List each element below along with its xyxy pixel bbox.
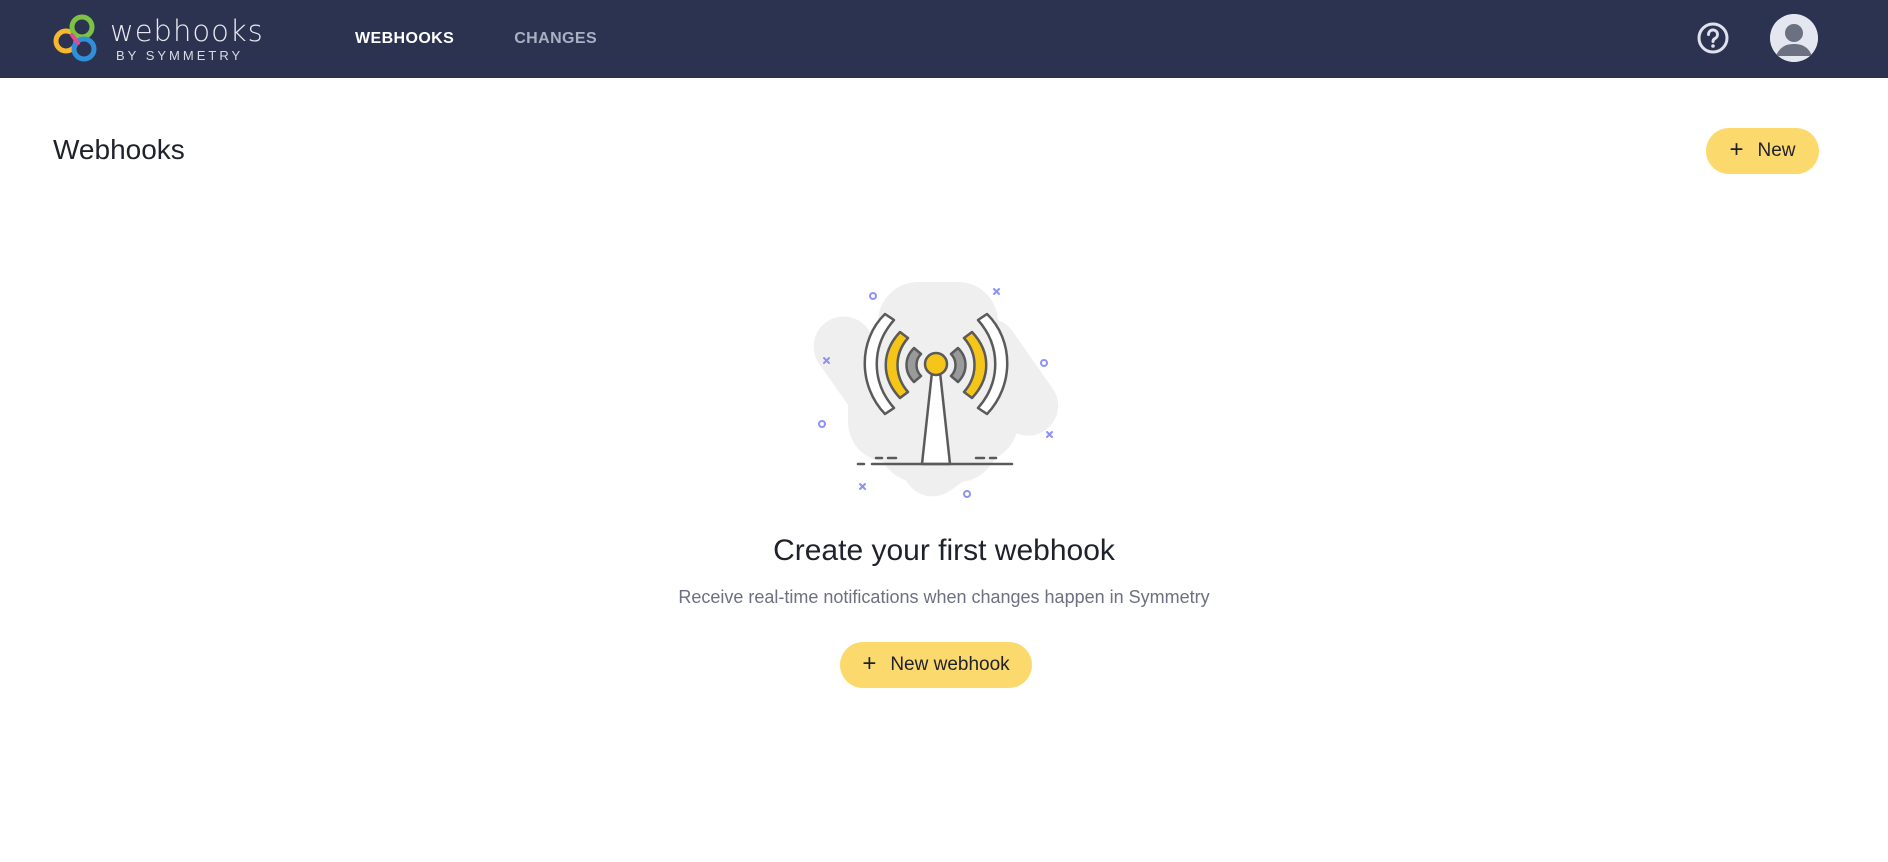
help-button[interactable] xyxy=(1696,21,1730,55)
brand-logo-link[interactable]: webhooks BY SYMMETRY xyxy=(52,12,264,66)
new-webhook-button-label: New webhook xyxy=(890,654,1010,675)
empty-state-description: Receive real-time notifications when cha… xyxy=(678,587,1210,607)
top-navbar: webhooks BY SYMMETRY WEBHOOKS CHANGES xyxy=(0,0,1888,78)
brand-name: webhooks xyxy=(110,13,264,48)
user-avatar-icon xyxy=(1770,14,1818,62)
user-avatar-button[interactable] xyxy=(1770,14,1818,62)
webhooks-logo-icon xyxy=(53,14,97,62)
plus-icon: + xyxy=(862,650,877,677)
new-button-label: New xyxy=(1757,140,1796,161)
empty-state-title: Create your first webhook xyxy=(773,534,1115,567)
nav-tab-changes[interactable]: CHANGES xyxy=(514,30,597,48)
page-title: Webhooks xyxy=(53,134,185,165)
nav-tab-webhooks[interactable]: WEBHOOKS xyxy=(355,30,454,48)
radio-tower-icon xyxy=(813,282,1059,498)
new-webhook-header-button[interactable]: + New xyxy=(1706,128,1819,174)
new-webhook-button[interactable]: + New webhook xyxy=(840,642,1032,688)
help-circle-icon xyxy=(1697,22,1729,54)
plus-icon: + xyxy=(1729,136,1744,163)
main-nav: WEBHOOKS CHANGES xyxy=(355,0,657,78)
brand-subtitle: BY SYMMETRY xyxy=(116,47,244,63)
